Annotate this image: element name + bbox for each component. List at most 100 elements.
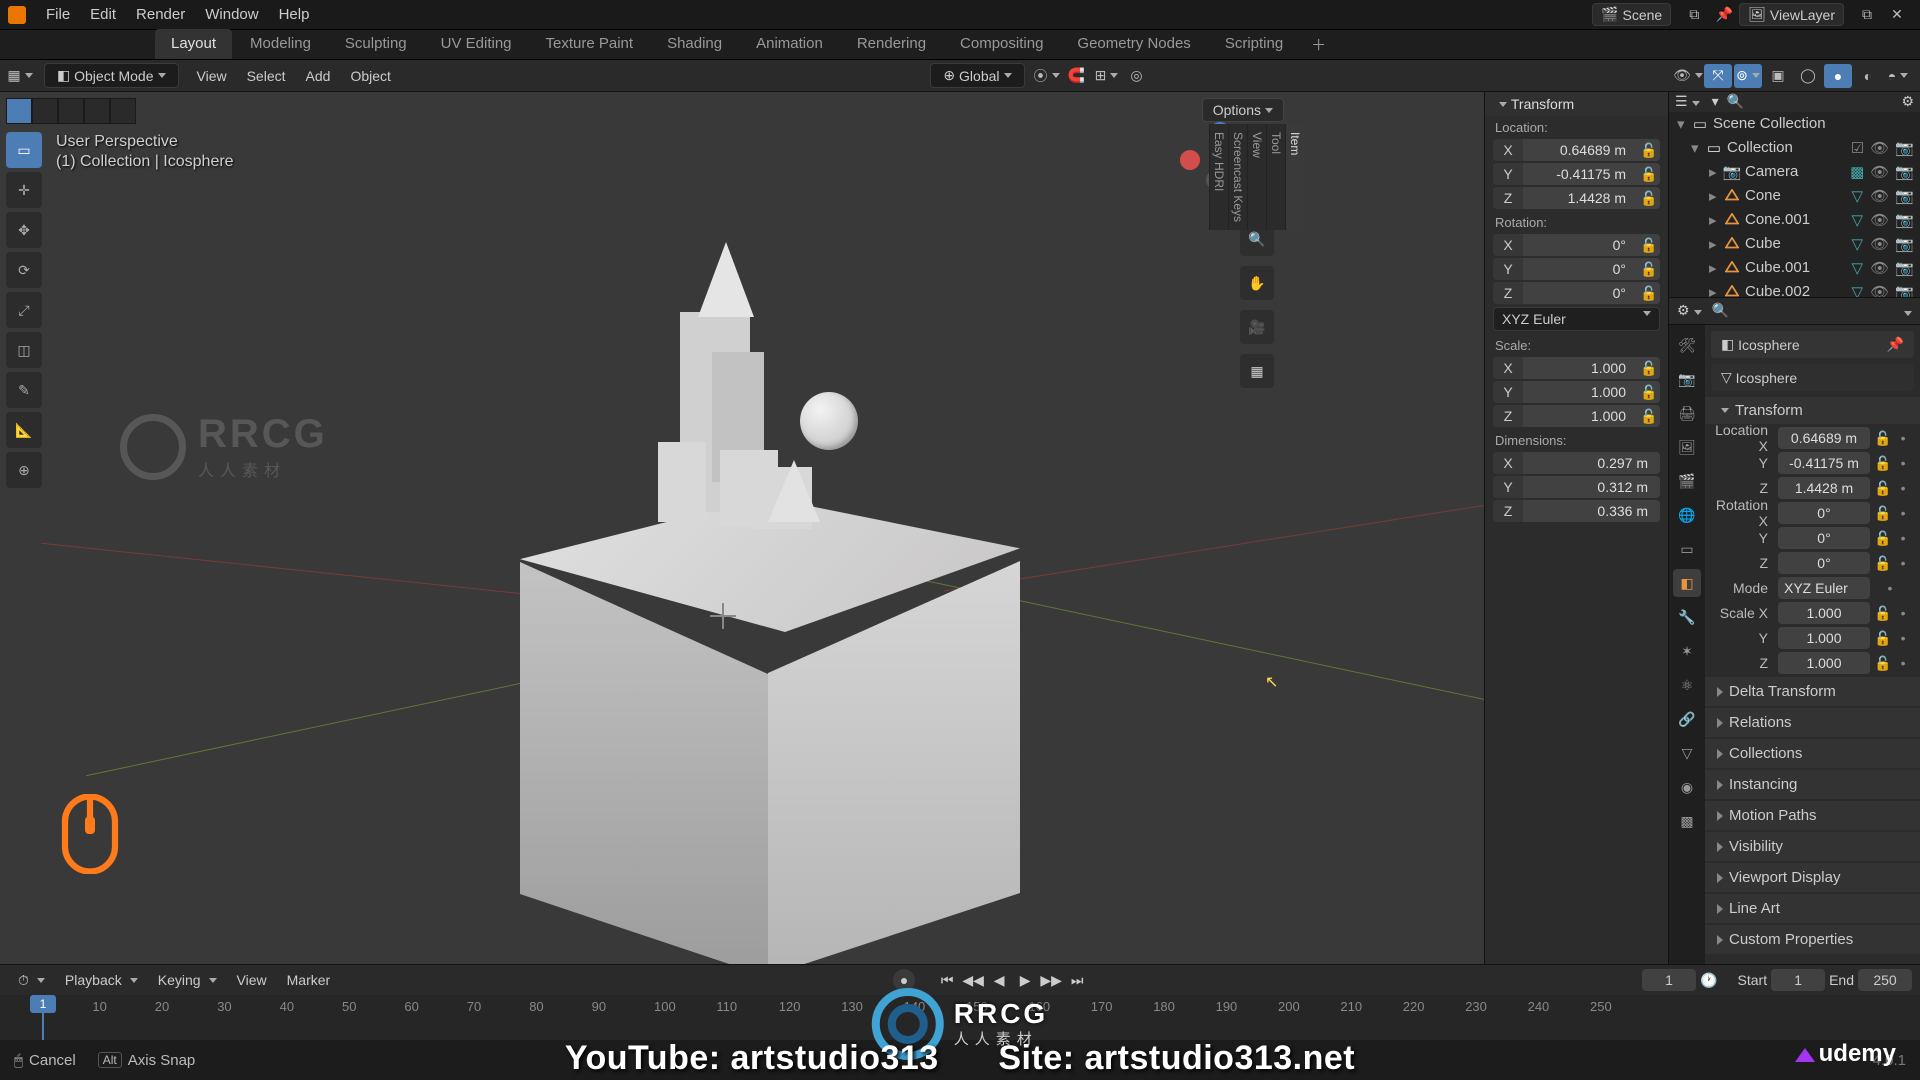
render-icon[interactable]: 📷	[1895, 235, 1914, 253]
options-icon[interactable]	[1900, 303, 1912, 319]
pan-icon[interactable]: ✋	[1240, 266, 1274, 300]
dim-z-field[interactable]: Z0.336 m	[1493, 500, 1660, 522]
lock-icon[interactable]: 🔓	[1874, 605, 1891, 622]
eye-icon[interactable]: 👁	[1870, 163, 1889, 181]
outliner-item-cone-001[interactable]: ▸ Cone.001 ▽ 👁📷	[1669, 208, 1920, 232]
jump-end-icon[interactable]: ⏭	[1065, 969, 1089, 991]
tool-scale[interactable]: ⤢	[6, 292, 42, 328]
tab-animation[interactable]: Animation	[740, 29, 839, 59]
prop-panel-motion paths[interactable]: Motion Paths	[1705, 801, 1920, 830]
prop-panel-delta transform[interactable]: Delta Transform	[1705, 677, 1920, 706]
prop-panel-custom properties[interactable]: Custom Properties	[1705, 925, 1920, 954]
pin-scene-icon[interactable]: 📌	[1711, 2, 1737, 28]
eye-icon[interactable]: 👁	[1870, 259, 1889, 277]
anim-dot-icon[interactable]: •	[1901, 530, 1906, 547]
timeline-playback-menu[interactable]: Playback	[55, 968, 148, 992]
anim-dot-icon[interactable]: •	[1901, 505, 1906, 522]
editor-type-properties-icon[interactable]: ⚙	[1677, 302, 1702, 319]
dim-y-field[interactable]: Y0.312 m	[1493, 476, 1660, 498]
select-mode-lasso[interactable]	[84, 98, 110, 124]
tab-rendering[interactable]: Rendering	[841, 29, 942, 59]
shading-wireframe-icon[interactable]: ◯	[1794, 64, 1822, 88]
lock-icon[interactable]: 🔓	[1638, 360, 1660, 377]
lock-icon[interactable]: 🔓	[1638, 261, 1660, 278]
outliner-item-cube-002[interactable]: ▸ Cube.002 ▽ 👁📷	[1669, 280, 1920, 298]
search-icon[interactable]: 🔍	[1712, 302, 1729, 318]
lock-icon[interactable]: 🔓	[1638, 384, 1660, 401]
anim-dot-icon[interactable]: •	[1888, 580, 1893, 596]
mode-selector[interactable]: ◧ Object Mode	[44, 63, 179, 88]
tool-transform[interactable]: ◫	[6, 332, 42, 368]
anim-dot-icon[interactable]: •	[1901, 430, 1906, 447]
tab-tool-icon[interactable]: 🛠	[1673, 331, 1701, 359]
outliner-item-cone[interactable]: ▸ Cone ▽ 👁📷	[1669, 184, 1920, 208]
icosphere-mesh[interactable]	[800, 392, 858, 450]
new-scene-icon[interactable]: ⧉	[1681, 2, 1707, 28]
npanel-tab-easyhdri[interactable]: Easy HDRI	[1209, 124, 1228, 230]
lock-icon[interactable]: 🔓	[1638, 285, 1660, 302]
tool-addprimitive[interactable]: ⊕	[6, 452, 42, 488]
tool-rotate[interactable]: ⟳	[6, 252, 42, 288]
prop-panel-viewport display[interactable]: Viewport Display	[1705, 863, 1920, 892]
tool-measure[interactable]: 📐	[6, 412, 42, 448]
lock-icon[interactable]: 🔓	[1638, 166, 1660, 183]
eye-icon[interactable]: 👁	[1870, 283, 1889, 298]
clock-icon[interactable]: 🕐	[1700, 972, 1717, 989]
tab-collection-props-icon[interactable]: ▭	[1673, 535, 1701, 563]
anim-dot-icon[interactable]: •	[1901, 455, 1906, 472]
tool-move[interactable]: ✥	[6, 212, 42, 248]
tool-cursor[interactable]: ✛	[6, 172, 42, 208]
xray-toggle-icon[interactable]: ▣	[1764, 64, 1792, 88]
eye-icon[interactable]: 👁	[1870, 187, 1889, 205]
rot-y-field[interactable]: Y0°🔓	[1493, 258, 1660, 280]
transform-orientation[interactable]: ⊕ Global	[930, 63, 1024, 88]
tab-scene-icon[interactable]: 🎬	[1673, 467, 1701, 495]
header-menu-add[interactable]: Add	[296, 64, 341, 88]
anim-dot-icon[interactable]: •	[1901, 630, 1906, 647]
start-frame-field[interactable]: 1	[1771, 969, 1825, 991]
timeline-marker-menu[interactable]: Marker	[277, 968, 341, 992]
properties-content[interactable]: ◧ Icosphere📌 ▽ Icosphere Transform Locat…	[1705, 325, 1920, 964]
lock-icon[interactable]: 🔓	[1638, 237, 1660, 254]
shading-rendered-icon[interactable]: ◓	[1884, 64, 1912, 88]
menu-edit[interactable]: Edit	[80, 2, 126, 27]
remove-viewlayer-icon[interactable]: ✕	[1884, 2, 1910, 28]
jump-start-icon[interactable]: ⏮	[935, 969, 959, 991]
npanel-tab-screencast[interactable]: Screencast Keys	[1228, 124, 1247, 230]
prop-scl-y-field[interactable]: 1.000	[1778, 627, 1870, 649]
editor-type-outliner-icon[interactable]: ☰	[1675, 93, 1700, 110]
lock-icon[interactable]: 🔓	[1874, 630, 1891, 647]
tab-physics-icon[interactable]: ⚛	[1673, 671, 1701, 699]
loc-z-field[interactable]: Z1.4428 m🔓	[1493, 187, 1660, 209]
tab-compositing[interactable]: Compositing	[944, 29, 1059, 59]
new-viewlayer-icon[interactable]: ⧉	[1854, 2, 1880, 28]
tab-scripting[interactable]: Scripting	[1209, 29, 1299, 59]
tool-select-box[interactable]: ▭	[6, 132, 42, 168]
prop-loc-z-field[interactable]: 1.4428 m	[1778, 477, 1870, 499]
properties-transform-header[interactable]: Transform	[1705, 397, 1920, 424]
lock-icon[interactable]: 🔓	[1874, 655, 1891, 672]
prop-loc-x-field[interactable]: 0.64689 m	[1778, 427, 1870, 449]
loc-x-field[interactable]: X0.64689 m🔓	[1493, 139, 1660, 161]
perspective-toggle-icon[interactable]: ▦	[1240, 354, 1274, 388]
prop-panel-collections[interactable]: Collections	[1705, 739, 1920, 768]
prop-panel-instancing[interactable]: Instancing	[1705, 770, 1920, 799]
proportional-edit-icon[interactable]: ◎	[1123, 64, 1151, 88]
lock-icon[interactable]: 🔓	[1874, 480, 1891, 497]
outliner-item-cube-001[interactable]: ▸ Cube.001 ▽ 👁📷	[1669, 256, 1920, 280]
npanel-transform-header[interactable]: Transform	[1485, 92, 1668, 116]
select-mode-tweak[interactable]	[6, 98, 32, 124]
header-menu-view[interactable]: View	[187, 64, 237, 88]
scale-z-field[interactable]: Z1.000🔓	[1493, 405, 1660, 427]
render-icon[interactable]: 📷	[1895, 211, 1914, 229]
tab-add-workspace[interactable]: ＋	[1301, 30, 1336, 59]
display-mode-icon[interactable]: ▾	[1712, 93, 1719, 110]
select-mode-circle[interactable]	[58, 98, 84, 124]
tool-annotate[interactable]: ✎	[6, 372, 42, 408]
timeline-view-menu[interactable]: View	[227, 968, 277, 992]
tab-modifiers-icon[interactable]: 🔧	[1673, 603, 1701, 631]
shading-solid-icon[interactable]: ●	[1824, 64, 1852, 88]
tab-geometrynodes[interactable]: Geometry Nodes	[1061, 29, 1206, 59]
prop-panel-relations[interactable]: Relations	[1705, 708, 1920, 737]
lock-icon[interactable]: 🔓	[1638, 190, 1660, 207]
